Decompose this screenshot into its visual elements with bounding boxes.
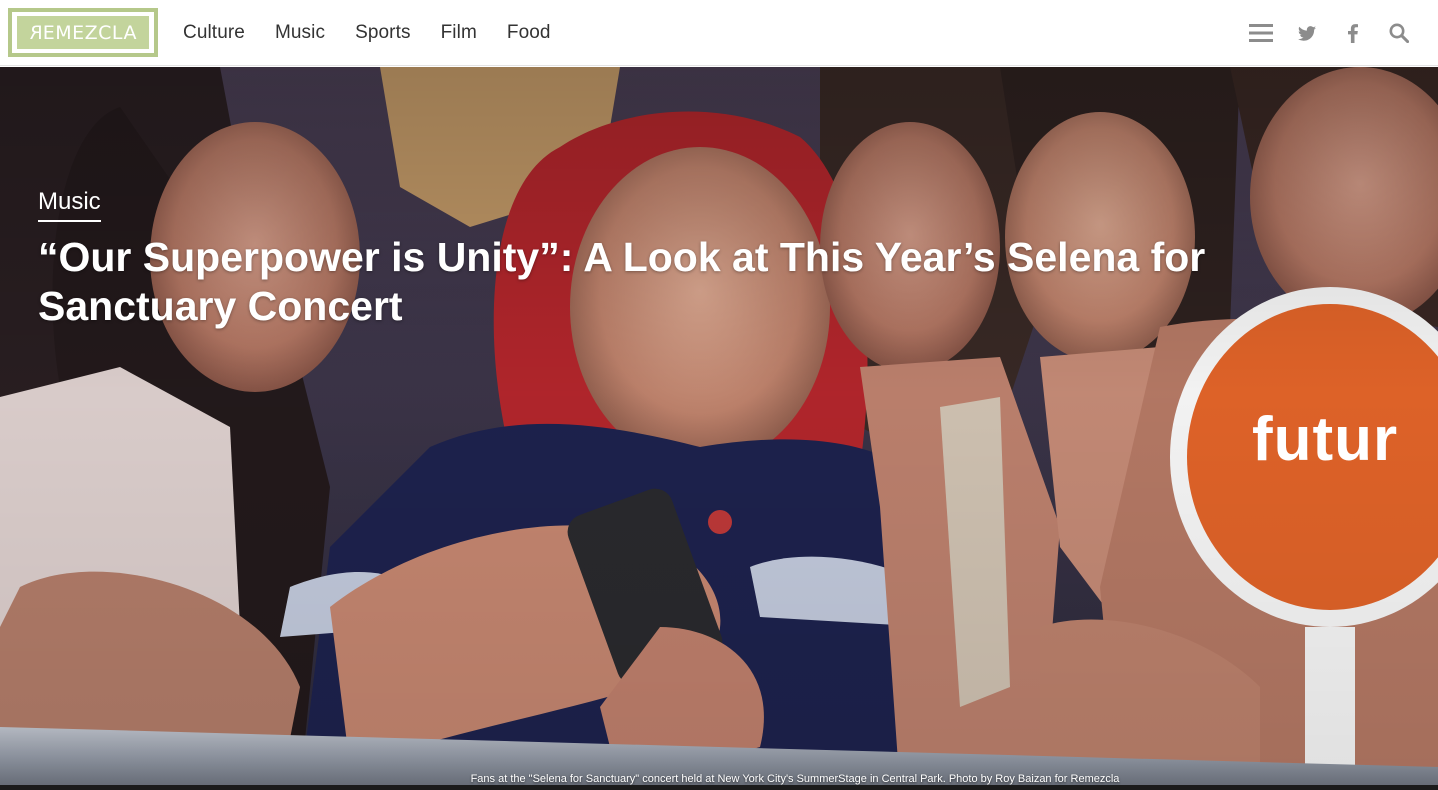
sign-text: futur: [1252, 405, 1399, 474]
nav-link-music[interactable]: Music: [275, 22, 325, 44]
twitter-icon[interactable]: [1284, 13, 1330, 53]
hero-section: futur Music “Our Superpower is Unity”: A…: [0, 67, 1438, 790]
facebook-icon[interactable]: [1330, 13, 1376, 53]
article-category[interactable]: Music: [38, 188, 101, 222]
site-logo[interactable]: R EMEZCLA: [8, 8, 158, 57]
logo-wordmark: R EMEZCLA: [17, 16, 149, 49]
hero-bottom-edge: [0, 785, 1438, 790]
nav-link-culture[interactable]: Culture: [183, 22, 245, 44]
nav-link-sports[interactable]: Sports: [355, 22, 411, 44]
site-header: R EMEZCLA Culture Music Sports Film Food: [0, 0, 1438, 66]
photo-caption: Fans at the "Selena for Sanctuary" conce…: [470, 773, 1120, 785]
hero-overlay: [0, 67, 1438, 790]
nav-link-food[interactable]: Food: [507, 22, 551, 44]
logo-wordmark-rest: EMEZCLA: [42, 21, 137, 44]
logo-mirrored-letter: R: [29, 21, 43, 44]
nav-link-film[interactable]: Film: [441, 22, 477, 44]
article-headline[interactable]: “Our Superpower is Unity”: A Look at Thi…: [38, 233, 1248, 331]
menu-icon[interactable]: [1238, 13, 1284, 53]
search-icon[interactable]: [1376, 13, 1422, 53]
header-icon-group: [1238, 0, 1422, 66]
main-nav: Culture Music Sports Film Food: [183, 0, 581, 66]
